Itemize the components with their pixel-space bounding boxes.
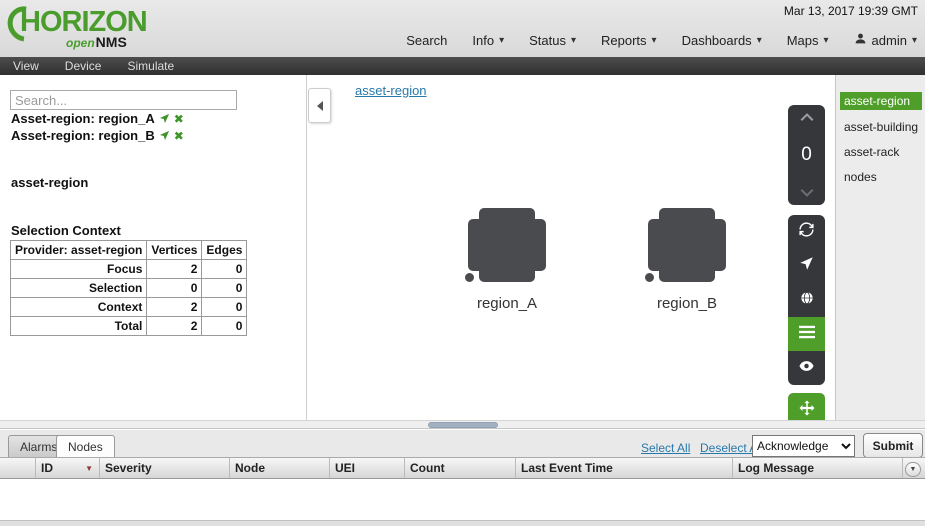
layers-panel: asset-region asset-building asset-rack n… xyxy=(835,75,925,420)
chevron-down-icon: ▾ xyxy=(912,35,917,46)
select-all-link[interactable]: Select All xyxy=(641,441,690,455)
zoom-out-level-button[interactable] xyxy=(798,187,816,199)
opennms-horizon-logo[interactable]: HORIZON openNMS xyxy=(8,4,158,52)
chevron-down-icon: ▾ xyxy=(499,35,504,46)
chevron-down-icon: ▾ xyxy=(757,35,762,46)
submit-button[interactable]: Submit xyxy=(863,433,923,458)
hamburger-icon xyxy=(799,325,815,344)
nav-reports[interactable]: Reports▾ xyxy=(601,33,657,48)
menu-simulate[interactable]: Simulate xyxy=(127,59,174,73)
vertex-label: region_B xyxy=(607,295,767,312)
zoom-in-level-button[interactable] xyxy=(798,111,816,123)
horizontal-scrollbar[interactable] xyxy=(0,420,925,429)
menu-view[interactable]: View xyxy=(13,59,39,73)
column-chooser-button[interactable]: ▼ xyxy=(905,462,921,477)
alarm-table-header: ID ▼ Severity Node UEI Count Last Event … xyxy=(0,457,925,479)
menu-device[interactable]: Device xyxy=(65,59,102,73)
focus-sidebar: Asset-region: region_A ✖ Asset-region: r… xyxy=(0,75,307,420)
table-row: Focus 2 0 xyxy=(11,260,247,279)
column-header-node[interactable]: Node xyxy=(230,458,330,478)
alarm-table-body xyxy=(0,479,925,520)
topology-map-canvas[interactable]: asset-region region_A region_B xyxy=(307,75,835,420)
layer-item-asset-building[interactable]: asset-building xyxy=(840,118,922,136)
semantic-zoom-control: 0 xyxy=(788,105,825,205)
nav-dashboards[interactable]: Dashboards▾ xyxy=(682,33,762,48)
user-icon xyxy=(854,32,867,48)
column-header-id[interactable]: ID ▼ xyxy=(36,458,100,478)
breadcrumb[interactable]: asset-region xyxy=(355,83,427,98)
vertex-status-dot xyxy=(643,271,656,284)
nav-info[interactable]: Info▾ xyxy=(472,33,504,48)
show-entire-map-button[interactable] xyxy=(788,283,825,317)
location-arrow-icon xyxy=(799,256,814,276)
zoom-level-value: 0 xyxy=(801,144,812,166)
edges-column-header: Edges xyxy=(202,241,247,260)
alarm-action-select[interactable]: Acknowledge xyxy=(752,435,855,457)
provider-column-header: Provider: asset-region xyxy=(11,241,147,260)
table-header-row: Provider: asset-region Vertices Edges xyxy=(11,241,247,260)
table-row: Context 2 0 xyxy=(11,298,247,317)
table-row: Selection 0 0 xyxy=(11,279,247,298)
header-datetime: Mar 13, 2017 19:39 GMT xyxy=(784,4,918,18)
selection-context-table: Provider: asset-region Vertices Edges Fo… xyxy=(10,240,247,336)
topology-vertex-region-a[interactable]: region_A xyxy=(468,208,546,282)
sort-desc-icon: ▼ xyxy=(85,464,93,473)
map-toolbar xyxy=(788,215,825,385)
chevron-down-icon: ▾ xyxy=(652,35,657,46)
column-header-last-event-time[interactable]: Last Event Time xyxy=(516,458,733,478)
eye-icon xyxy=(798,359,815,378)
chevron-down-icon: ▾ xyxy=(824,35,829,46)
vertex-label: region_A xyxy=(427,295,587,312)
chevron-left-icon xyxy=(312,101,323,111)
focus-item-region-b: Asset-region: region_B ✖ xyxy=(11,128,184,143)
vertices-column-header: Vertices xyxy=(147,241,202,260)
column-chooser-cell: ▼ xyxy=(903,458,925,478)
selection-context-title: Selection Context xyxy=(11,223,121,238)
dock-footer-strip xyxy=(0,520,925,526)
sidebar-collapse-button[interactable] xyxy=(308,88,331,123)
alarm-dock: Alarms Nodes Select All Deselect All Ack… xyxy=(0,429,925,526)
refresh-icon xyxy=(798,221,815,243)
layer-item-asset-rack[interactable]: asset-rack xyxy=(840,143,903,161)
column-header-count[interactable]: Count xyxy=(405,458,516,478)
column-header-uei[interactable]: UEI xyxy=(330,458,405,478)
current-layer-label: asset-region xyxy=(11,175,88,190)
scrollbar-thumb[interactable] xyxy=(428,422,498,428)
search-input[interactable] xyxy=(10,90,237,110)
center-on-selection-button[interactable] xyxy=(788,249,825,283)
column-header-severity[interactable]: Severity xyxy=(100,458,230,478)
remove-from-focus-icon[interactable]: ✖ xyxy=(174,114,184,124)
refresh-button[interactable] xyxy=(788,215,825,249)
chevron-down-icon: ▾ xyxy=(571,35,576,46)
nav-status[interactable]: Status▾ xyxy=(529,33,576,48)
move-arrows-icon xyxy=(798,399,816,422)
vertex-status-dot xyxy=(463,271,476,284)
layer-item-asset-region[interactable]: asset-region xyxy=(840,92,922,110)
layer-item-nodes[interactable]: nodes xyxy=(840,168,881,186)
highlight-focus-button[interactable] xyxy=(788,351,825,385)
tab-nodes[interactable]: Nodes xyxy=(56,435,115,458)
focus-item-region-a: Asset-region: region_A ✖ xyxy=(11,111,184,126)
nav-user-menu[interactable]: admin▾ xyxy=(854,32,917,48)
nav-maps[interactable]: Maps▾ xyxy=(787,33,829,48)
nav-search[interactable]: Search xyxy=(406,33,447,48)
locate-arrow-icon[interactable] xyxy=(159,130,170,141)
topology-menubar: View Device Simulate xyxy=(0,57,925,75)
remove-from-focus-icon[interactable]: ✖ xyxy=(174,131,184,141)
logo-subtitle: openNMS xyxy=(66,34,127,50)
locate-arrow-icon[interactable] xyxy=(159,113,170,124)
layers-menu-button[interactable] xyxy=(788,317,825,351)
globe-icon xyxy=(799,290,815,311)
checkbox-column-header xyxy=(0,458,36,478)
app-header: HORIZON openNMS Mar 13, 2017 19:39 GMT S… xyxy=(0,0,925,57)
column-header-log-message[interactable]: Log Message xyxy=(733,458,903,478)
topology-vertex-region-b[interactable]: region_B xyxy=(648,208,726,282)
table-row: Total 2 0 xyxy=(11,317,247,336)
top-nav: Search Info▾ Status▾ Reports▾ Dashboards… xyxy=(406,32,917,48)
